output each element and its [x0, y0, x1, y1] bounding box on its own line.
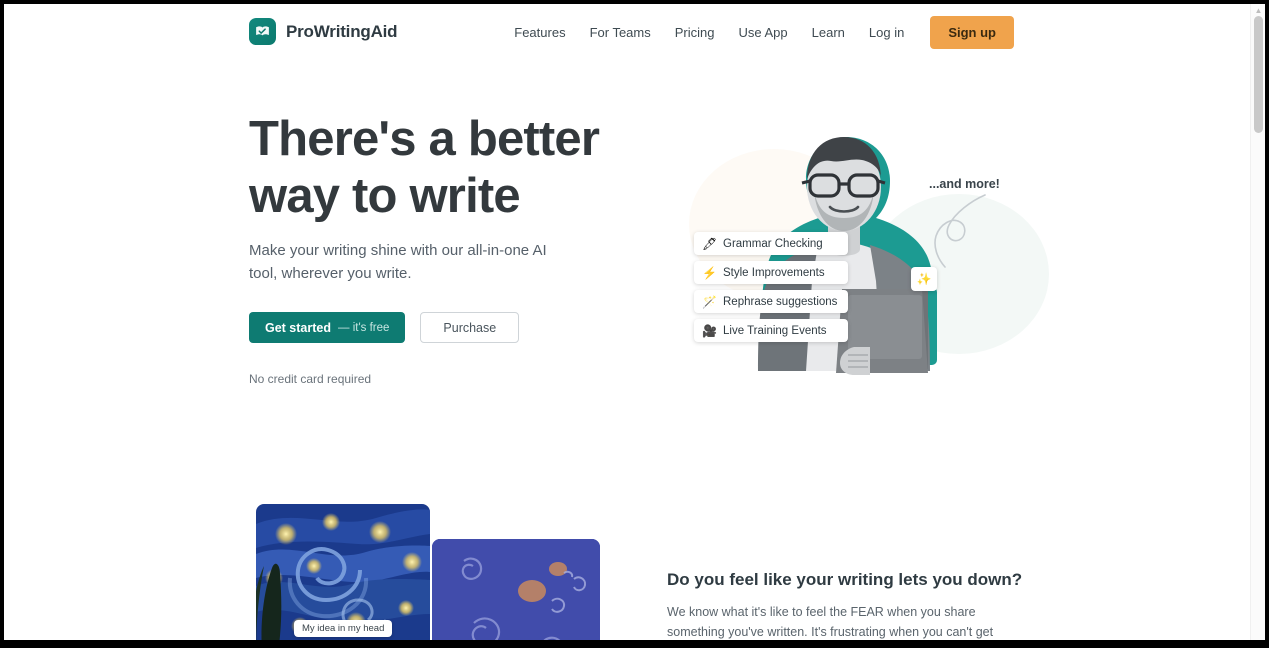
starry-night-caption: My idea in my head — [294, 620, 393, 637]
chip-rephrase-suggestions[interactable]: 🪄 Rephrase suggestions — [694, 290, 849, 313]
chip-label: Style Improvements — [723, 266, 825, 279]
simplified-painting-image — [432, 539, 600, 640]
chip-live-training-events[interactable]: 🎥 Live Training Events — [694, 319, 849, 342]
chip-label: Rephrase suggestions — [723, 295, 838, 308]
chip-label: Live Training Events — [723, 324, 827, 337]
brand-logo[interactable]: ProWritingAid — [249, 18, 398, 45]
chip-grammar-checking[interactable]: 🖋 Grammar Checking — [694, 232, 849, 255]
section2-body: We know what it's like to feel the FEAR … — [667, 605, 994, 639]
get-started-label: Get started — [265, 320, 331, 335]
lightning-bolt-icon: ⚡ — [702, 265, 717, 280]
hero-cta-row: Get started — it's free Purchase — [249, 312, 520, 343]
scrollbar-thumb[interactable] — [1254, 16, 1263, 133]
nav-log-in[interactable]: Log in — [857, 17, 916, 49]
pen-icon: 🖋 — [702, 236, 718, 251]
chip-style-improvements[interactable]: ⚡ Style Improvements — [694, 261, 849, 284]
vertical-scrollbar[interactable]: ▲ — [1250, 4, 1265, 640]
page-content: ProWritingAid Features For Teams Pricing… — [4, 4, 1250, 640]
feature-chip-list: 🖋 Grammar Checking ⚡ Style Improvements … — [694, 232, 849, 342]
chip-label: Grammar Checking — [723, 237, 823, 250]
sign-up-button[interactable]: Sign up — [930, 16, 1014, 49]
purchase-button[interactable]: Purchase — [420, 312, 520, 343]
main-navigation: Features For Teams Pricing Use App Learn… — [502, 16, 1014, 49]
hero-subtitle: Make your writing shine with our all-in-… — [249, 242, 547, 282]
nav-features[interactable]: Features — [502, 17, 577, 49]
get-started-sublabel: — it's free — [338, 321, 390, 334]
logo-check-book-icon — [249, 18, 276, 45]
hero-title-line-2: way to write — [249, 169, 521, 223]
sparkle-badge: ✨ — [911, 267, 937, 291]
no-credit-card-note: No credit card required — [249, 372, 372, 386]
hero-title: There's a better way to write — [249, 111, 719, 225]
movie-camera-icon: 🎥 — [702, 323, 717, 338]
nav-for-teams[interactable]: For Teams — [578, 17, 663, 49]
browser-viewport: ProWritingAid Features For Teams Pricing… — [4, 4, 1265, 640]
nav-pricing[interactable]: Pricing — [663, 17, 727, 49]
brand-name: ProWritingAid — [286, 21, 398, 41]
sparkles-icon: ✨ — [916, 272, 932, 286]
nav-use-app[interactable]: Use App — [727, 17, 800, 49]
curved-pointer-line-icon — [934, 194, 986, 268]
hero-title-line-1: There's a better — [249, 112, 600, 166]
and-more-callout: ...and more! — [929, 177, 1000, 191]
scroll-up-arrow-icon[interactable]: ▲ — [1254, 6, 1263, 15]
get-started-button[interactable]: Get started — it's free — [249, 312, 406, 343]
site-header: ProWritingAid Features For Teams Pricing… — [4, 4, 1250, 60]
hero-illustration: 🖋 Grammar Checking ⚡ Style Improvements … — [659, 99, 1059, 399]
magic-wand-icon: 🪄 — [702, 294, 717, 309]
section2-title: Do you feel like your writing lets you d… — [667, 570, 1023, 589]
nav-learn[interactable]: Learn — [800, 17, 857, 49]
